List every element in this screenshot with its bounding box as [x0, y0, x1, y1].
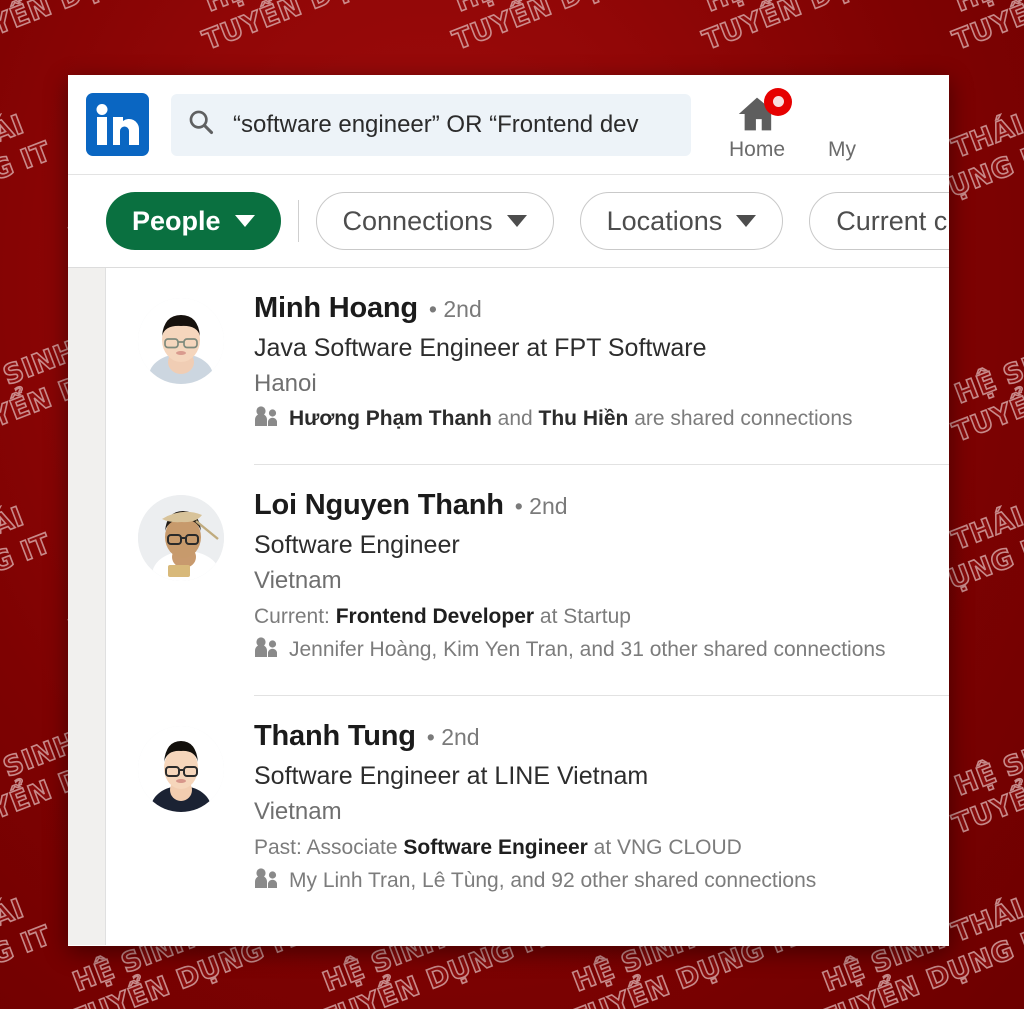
connection-degree: • 2nd	[426, 724, 480, 750]
shared-mid: and	[491, 407, 539, 430]
avatar[interactable]	[138, 298, 224, 384]
nav-item-home[interactable]: Home	[729, 87, 793, 162]
experience-title: Software Engineer	[403, 836, 588, 859]
filter-current-company-label: Current c	[836, 205, 948, 236]
nav-item-my-network-label: My	[828, 137, 857, 161]
linkedin-logo[interactable]	[86, 93, 149, 156]
person-name[interactable]: Loi Nguyen Thanh	[254, 489, 504, 522]
experience-prefix: Past: Associate	[254, 836, 404, 859]
shared-connections-text: My Linh Tran, Lê Tùng, and 92 other shar…	[289, 869, 817, 892]
chevron-down-icon	[506, 215, 527, 227]
people-icon	[254, 406, 279, 432]
nav-item-home-label: Home	[729, 137, 786, 161]
filter-connections-button[interactable]: Connections	[315, 192, 554, 250]
shared-connections[interactable]: Jennifer Hoàng, Kim Yen Tran, and 31 oth…	[254, 637, 949, 663]
experience-line: Current: Frontend Developer at Startup	[254, 605, 949, 629]
experience-suffix: at Startup	[534, 605, 631, 628]
shared-connections-text: Jennifer Hoàng, Kim Yen Tran, and 31 oth…	[289, 638, 886, 661]
my-network-icon	[819, 92, 865, 134]
name-line: Minh Hoang • 2nd	[254, 292, 949, 325]
experience-prefix: Current:	[254, 605, 336, 628]
global-navigation-bar: “software engineer” OR “Frontend dev Hom…	[68, 75, 949, 175]
list-item[interactable]: Loi Nguyen Thanh • 2nd Software Engineer…	[106, 465, 949, 673]
location: Hanoi	[254, 370, 317, 397]
filter-locations-button[interactable]: Locations	[579, 192, 784, 250]
shared-suffix: are shared connections	[628, 407, 853, 430]
people-icon	[254, 868, 279, 894]
headline: Software Engineer	[254, 531, 460, 559]
result-body: Minh Hoang • 2nd Java Software Engineer …	[254, 292, 949, 442]
result-body: Thanh Tung • 2nd Software Engineer at LI…	[254, 720, 949, 904]
result-body: Loi Nguyen Thanh • 2nd Software Engineer…	[254, 489, 949, 673]
search-filter-bar: People Connections Locations Current c	[68, 175, 949, 268]
list-item[interactable]: Thanh Tung • 2nd Software Engineer at LI…	[106, 696, 949, 904]
location: Vietnam	[254, 567, 342, 594]
name-line: Thanh Tung • 2nd	[254, 720, 949, 753]
search-input-value: “software engineer” OR “Frontend dev	[233, 110, 639, 138]
left-gutter	[68, 268, 106, 945]
experience-title: Frontend Developer	[335, 605, 535, 628]
home-notification-badge	[764, 87, 793, 116]
search-icon	[187, 108, 215, 141]
shared-name-1: Hương Phạm Thanh	[289, 407, 492, 430]
headline: Software Engineer at LINE Vietnam	[254, 762, 649, 790]
name-line: Loi Nguyen Thanh • 2nd	[254, 489, 949, 522]
avatar[interactable]	[138, 726, 224, 812]
linkedin-app-window: “software engineer” OR “Frontend dev Hom…	[68, 75, 949, 946]
filter-people-label: People	[132, 205, 221, 236]
shared-connections[interactable]: My Linh Tran, Lê Tùng, and 92 other shar…	[254, 868, 949, 894]
filter-connections-label: Connections	[342, 205, 493, 236]
experience-suffix: at VNG CLOUD	[587, 836, 742, 859]
filter-current-company-button[interactable]: Current c	[809, 192, 949, 250]
headline: Java Software Engineer at FPT Software	[254, 334, 707, 362]
connection-degree: • 2nd	[428, 296, 482, 322]
filter-divider	[297, 200, 299, 242]
person-name[interactable]: Thanh Tung	[254, 720, 416, 753]
filter-people-button[interactable]: People	[106, 192, 281, 250]
location: Vietnam	[254, 798, 342, 825]
chevron-down-icon	[736, 215, 757, 227]
filter-locations-label: Locations	[606, 205, 723, 236]
search-results-area: Minh Hoang • 2nd Java Software Engineer …	[68, 268, 949, 945]
shared-connections[interactable]: Hương Phạm Thanh and Thu Hiền are shared…	[254, 406, 949, 432]
chevron-down-icon	[234, 215, 255, 227]
home-icon	[734, 87, 793, 134]
search-input[interactable]: “software engineer” OR “Frontend dev	[171, 93, 691, 156]
people-results-list: Minh Hoang • 2nd Java Software Engineer …	[106, 268, 949, 945]
list-item[interactable]: Minh Hoang • 2nd Java Software Engineer …	[106, 268, 949, 442]
avatar[interactable]	[138, 495, 224, 581]
person-name[interactable]: Minh Hoang	[254, 292, 418, 325]
nav-item-my-network[interactable]: My	[819, 88, 865, 162]
people-icon	[254, 637, 279, 663]
connection-degree: • 2nd	[514, 493, 568, 519]
shared-name-2: Thu Hiền	[538, 407, 629, 430]
experience-line: Past: Associate Software Engineer at VNG…	[254, 836, 949, 860]
shared-connections-text: Hương Phạm Thanh and Thu Hiền are shared…	[289, 407, 853, 431]
